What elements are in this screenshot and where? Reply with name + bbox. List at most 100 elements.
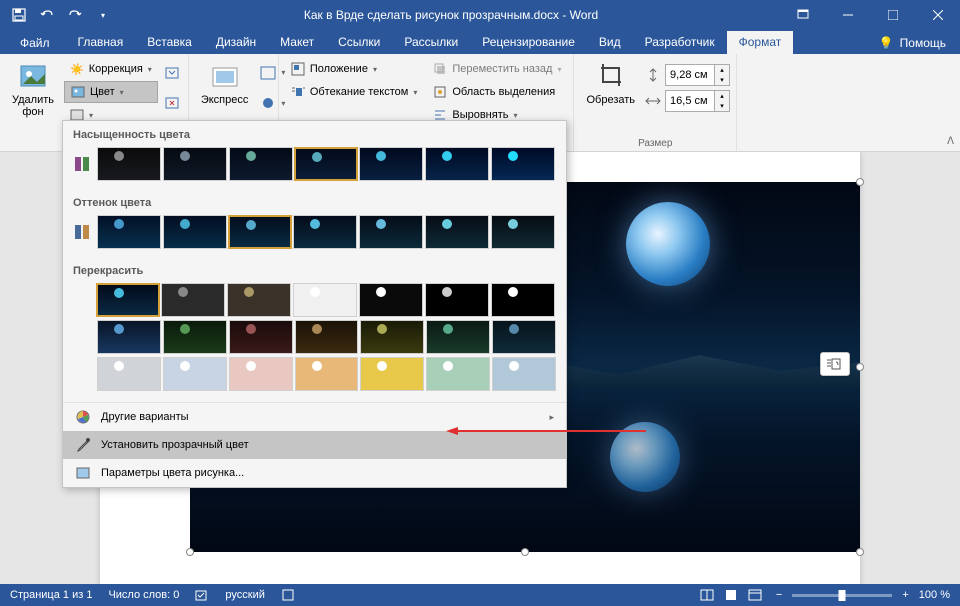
zoom-in-button[interactable]: + xyxy=(902,589,908,601)
tab-file[interactable]: Файл xyxy=(4,32,66,54)
word-count[interactable]: Число слов: 0 xyxy=(108,589,179,601)
color-thumbnail[interactable] xyxy=(425,215,489,249)
language-indicator[interactable]: русский xyxy=(225,589,264,601)
chevron-right-icon: ▸ xyxy=(549,412,554,423)
print-layout-button[interactable] xyxy=(720,585,742,605)
color-thumbnail[interactable] xyxy=(425,283,489,317)
tab-home[interactable]: Главная xyxy=(66,31,136,54)
color-thumbnail[interactable] xyxy=(161,283,225,317)
tone-header: Оттенок цвета xyxy=(73,193,556,215)
chevron-down-icon: ▾ xyxy=(148,65,152,74)
color-thumbnail[interactable] xyxy=(360,320,424,354)
status-bar: Страница 1 из 1 Число слов: 0 русский − … xyxy=(0,584,960,606)
color-thumbnail[interactable] xyxy=(229,320,293,354)
annotation-arrow xyxy=(446,426,646,436)
eyedropper-icon xyxy=(75,437,91,453)
qat-more-button[interactable]: ▾ xyxy=(90,2,116,28)
height-input[interactable]: ▴▾ xyxy=(665,64,730,86)
color-options-item[interactable]: Параметры цвета рисунка... xyxy=(63,459,566,487)
saturation-header: Насыщенность цвета xyxy=(73,125,556,147)
color-thumbnail[interactable] xyxy=(97,215,161,249)
window-controls xyxy=(780,0,960,30)
size-group-label: Размер xyxy=(580,136,730,149)
tab-developer[interactable]: Разработчик xyxy=(633,31,727,54)
color-thumbnail[interactable] xyxy=(97,357,161,391)
color-thumbnail[interactable] xyxy=(163,357,227,391)
color-thumbnail[interactable] xyxy=(426,320,490,354)
color-thumbnail[interactable] xyxy=(426,357,490,391)
saturation-icon xyxy=(73,147,91,181)
ribbon-options-button[interactable] xyxy=(780,0,825,30)
remove-bg-icon xyxy=(17,60,49,92)
color-button[interactable]: Цвет ▾ xyxy=(64,81,158,103)
undo-button[interactable] xyxy=(34,2,60,28)
chevron-down-icon: ▾ xyxy=(120,88,124,97)
color-thumbnail[interactable] xyxy=(359,283,423,317)
color-thumbnail[interactable] xyxy=(295,320,359,354)
tab-layout[interactable]: Макет xyxy=(268,31,326,54)
tab-references[interactable]: Ссылки xyxy=(326,31,392,54)
color-thumbnail[interactable] xyxy=(163,320,227,354)
color-thumbnail[interactable] xyxy=(97,320,161,354)
spellcheck-icon[interactable] xyxy=(195,588,209,602)
width-icon xyxy=(645,94,661,108)
tell-me[interactable]: 💡 Помощь xyxy=(865,36,960,54)
color-thumbnail[interactable] xyxy=(163,215,227,249)
picture-options-icon xyxy=(75,465,91,481)
zoom-slider[interactable] xyxy=(792,594,892,597)
color-thumbnail[interactable] xyxy=(229,357,293,391)
color-thumbnail[interactable] xyxy=(425,147,489,181)
color-thumbnail[interactable] xyxy=(228,215,292,249)
color-thumbnail[interactable] xyxy=(359,215,423,249)
remove-background-button[interactable]: Удалить фон xyxy=(6,58,60,149)
color-thumbnail[interactable] xyxy=(293,215,357,249)
tone-icon xyxy=(73,215,91,249)
color-thumbnail[interactable] xyxy=(293,283,357,317)
tab-review[interactable]: Рецензирование xyxy=(470,31,587,54)
close-button[interactable] xyxy=(915,0,960,30)
wrap-text-button[interactable]: Обтекание текстом▾ xyxy=(285,81,424,103)
crop-icon xyxy=(595,60,627,92)
color-thumbnail[interactable] xyxy=(359,147,423,181)
recolor-header: Перекрасить xyxy=(73,261,556,283)
tab-format[interactable]: Формат xyxy=(727,31,794,54)
color-thumbnail[interactable] xyxy=(491,283,555,317)
position-button[interactable]: Положение▾ xyxy=(285,58,424,80)
ribbon-tabs: Файл Главная Вставка Дизайн Макет Ссылки… xyxy=(0,30,960,54)
sun-icon: ☀️ xyxy=(70,63,84,76)
page-indicator[interactable]: Страница 1 из 1 xyxy=(10,589,92,601)
corrections-button[interactable]: ☀️ Коррекция ▾ xyxy=(64,58,158,80)
color-thumbnail[interactable] xyxy=(491,215,555,249)
change-picture-button[interactable] xyxy=(162,92,182,114)
color-thumbnail[interactable] xyxy=(492,357,556,391)
color-thumbnail[interactable] xyxy=(229,147,293,181)
compress-button[interactable] xyxy=(162,62,182,84)
tab-insert[interactable]: Вставка xyxy=(135,31,204,54)
minimize-button[interactable] xyxy=(825,0,870,30)
tab-view[interactable]: Вид xyxy=(587,31,633,54)
maximize-button[interactable] xyxy=(870,0,915,30)
tab-mailings[interactable]: Рассылки xyxy=(392,31,470,54)
color-thumbnail[interactable] xyxy=(96,283,160,317)
crop-button[interactable]: Обрезать xyxy=(580,58,641,136)
selection-pane-button[interactable]: Область выделения xyxy=(427,81,567,103)
color-thumbnail[interactable] xyxy=(492,320,556,354)
color-thumbnail[interactable] xyxy=(295,357,359,391)
color-thumbnail[interactable] xyxy=(163,147,227,181)
zoom-level[interactable]: 100 % xyxy=(919,589,950,601)
color-thumbnail[interactable] xyxy=(97,147,161,181)
web-layout-button[interactable] xyxy=(744,585,766,605)
color-thumbnail[interactable] xyxy=(360,357,424,391)
layout-options-button[interactable] xyxy=(820,352,850,376)
color-thumbnail[interactable] xyxy=(491,147,555,181)
redo-button[interactable] xyxy=(62,2,88,28)
zoom-out-button[interactable]: − xyxy=(776,589,782,601)
collapse-ribbon-button[interactable]: ᐱ xyxy=(947,136,954,147)
tab-design[interactable]: Дизайн xyxy=(204,31,268,54)
save-button[interactable] xyxy=(6,2,32,28)
width-input[interactable]: ▴▾ xyxy=(665,90,730,112)
color-thumbnail[interactable] xyxy=(227,283,291,317)
read-mode-button[interactable] xyxy=(696,585,718,605)
color-thumbnail[interactable] xyxy=(294,147,358,181)
macro-icon[interactable] xyxy=(281,588,295,602)
